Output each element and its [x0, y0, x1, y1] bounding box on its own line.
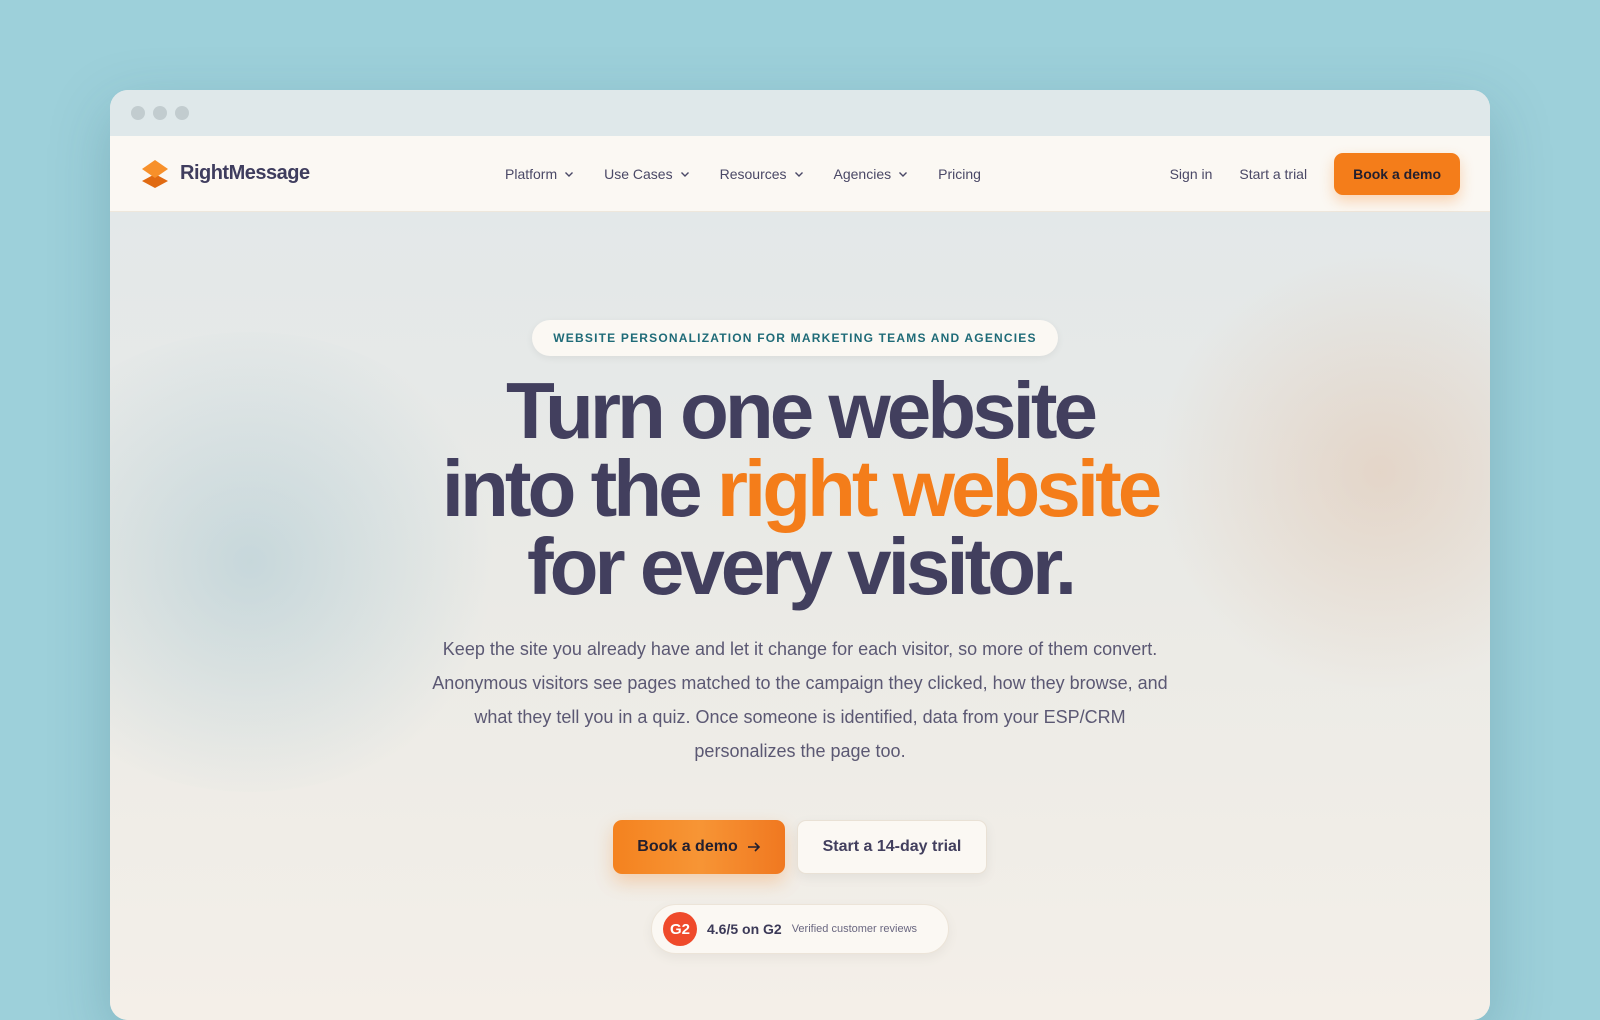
logo-icon	[142, 159, 168, 188]
nav-item-label: Pricing	[938, 166, 981, 182]
book-demo-cta-button[interactable]: Book a demo	[613, 820, 785, 874]
g2-logo-icon: G2	[663, 912, 697, 946]
sign-in-link[interactable]: Sign in	[1170, 166, 1213, 182]
nav-item-platform[interactable]: Platform	[505, 166, 574, 182]
window-dot-icon[interactable]	[153, 106, 167, 120]
main-nav: Platform Use Cases Resources Agencies Pr…	[505, 136, 981, 212]
window-titlebar	[110, 90, 1490, 136]
chevron-down-icon	[680, 172, 689, 177]
hero-headline: Turn one website into the right website …	[110, 366, 1490, 611]
brand-name: RightMessage	[180, 162, 310, 184]
headline-line: for every visitor.	[526, 522, 1077, 611]
cta-row: Book a demo Start a 14-day trial	[110, 820, 1490, 874]
site-navbar: RightMessage Platform Use Cases Resource…	[110, 136, 1490, 212]
headline-accent: right website	[716, 444, 1162, 533]
nav-item-resources[interactable]: Resources	[720, 166, 804, 182]
headline-line: into the right website	[110, 449, 1490, 529]
book-demo-button[interactable]: Book a demo	[1334, 153, 1460, 195]
nav-item-agencies[interactable]: Agencies	[834, 166, 909, 182]
cta-label: Book a demo	[637, 838, 738, 855]
g2-rating-badge[interactable]: G2 4.6/5 on G2 Verified customer reviews	[651, 904, 949, 954]
nav-item-label: Resources	[719, 166, 787, 182]
start-trial-link[interactable]: Start a trial	[1239, 166, 1307, 182]
nav-item-pricing[interactable]: Pricing	[938, 166, 981, 182]
headline-line: Turn one website	[506, 366, 1098, 455]
rating-label: Verified customer reviews	[791, 923, 918, 935]
chevron-down-icon	[565, 172, 574, 177]
nav-item-label: Agencies	[833, 166, 892, 182]
chevron-down-icon	[794, 172, 803, 177]
brand-logo[interactable]: RightMessage	[140, 157, 310, 191]
nav-actions: Sign in Start a trial Book a demo	[1170, 136, 1460, 212]
window-dot-icon[interactable]	[175, 106, 189, 120]
window-dot-icon[interactable]	[131, 106, 145, 120]
nav-item-label: Use Cases	[604, 166, 673, 182]
headline-text: into the	[441, 444, 717, 533]
rating-score: 4.6/5 on G2	[707, 921, 782, 937]
arrow-right-icon	[747, 842, 760, 852]
hero-section: WEBSITE PERSONALIZATION FOR MARKETING TE…	[110, 212, 1490, 1020]
start-trial-cta-button[interactable]: Start a 14-day trial	[797, 820, 987, 874]
chevron-down-icon	[899, 172, 908, 177]
eyebrow-badge: WEBSITE PERSONALIZATION FOR MARKETING TE…	[532, 320, 1058, 356]
hero-subtext: Keep the site you already have and let i…	[432, 639, 1168, 761]
nav-item-use-cases[interactable]: Use Cases	[604, 166, 689, 182]
browser-window: RightMessage Platform Use Cases Resource…	[110, 90, 1490, 1020]
nav-item-label: Platform	[505, 166, 558, 182]
